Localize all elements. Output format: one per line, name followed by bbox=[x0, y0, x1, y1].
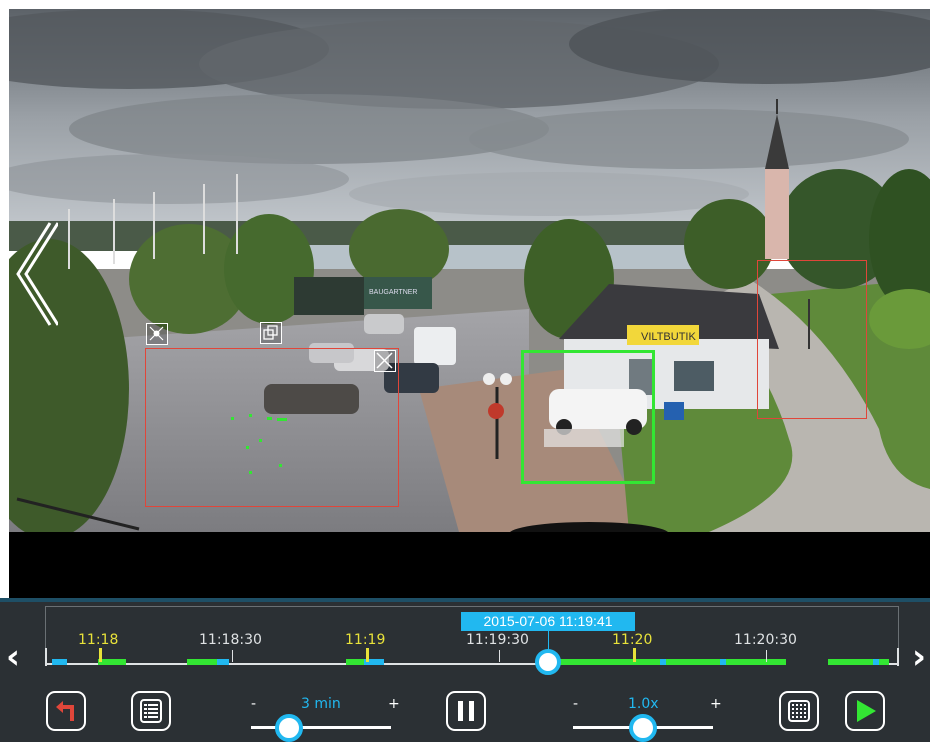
video-view[interactable]: VILTBUTIK BAUGARTNER bbox=[9, 9, 930, 532]
motion-zone-car[interactable] bbox=[521, 350, 655, 484]
pause-icon bbox=[458, 701, 474, 721]
timeline-prev-arrow[interactable]: ‹ bbox=[6, 640, 20, 674]
speed-slider[interactable]: - 1.0x + bbox=[565, 696, 725, 742]
grid-icon bbox=[788, 700, 810, 722]
truck-text: BAUGARTNER bbox=[369, 289, 418, 296]
back-arrow-icon bbox=[56, 701, 74, 721]
timeline-right-end bbox=[897, 648, 899, 666]
list-icon bbox=[140, 699, 162, 723]
timeline-left-end bbox=[45, 648, 47, 666]
grid-button[interactable] bbox=[779, 691, 819, 731]
pause-button[interactable] bbox=[446, 691, 486, 731]
range-slider-handle[interactable] bbox=[275, 714, 303, 742]
event-list-button[interactable] bbox=[131, 691, 171, 731]
close-icon[interactable] bbox=[374, 350, 396, 372]
tick-label: 11:19 bbox=[345, 632, 386, 648]
motion-zone-left[interactable] bbox=[145, 348, 399, 507]
activity-icon[interactable] bbox=[146, 323, 168, 345]
timeline-next-arrow[interactable]: › bbox=[912, 640, 926, 674]
duplicate-icon[interactable] bbox=[260, 322, 282, 344]
speed-slider-handle[interactable] bbox=[629, 714, 657, 742]
speed-value: 1.0x bbox=[628, 696, 659, 712]
speed-minus[interactable]: - bbox=[573, 696, 578, 712]
panel-top-line bbox=[0, 598, 930, 602]
tick-label: 11:20:30 bbox=[734, 632, 797, 648]
range-plus[interactable]: + bbox=[388, 696, 400, 712]
tick-label: 11:18 bbox=[78, 632, 119, 648]
play-icon bbox=[857, 700, 876, 722]
range-slider[interactable]: - 3 min + bbox=[245, 696, 405, 742]
letterbox-bar bbox=[9, 532, 930, 598]
playhead-handle[interactable] bbox=[535, 649, 561, 675]
tick-label: 11:20 bbox=[612, 632, 653, 648]
playback-panel: 2015-07-06 11:19:41 11:18 11:18:30 11:19… bbox=[0, 598, 930, 742]
range-minus[interactable]: - bbox=[251, 696, 256, 712]
play-button[interactable] bbox=[845, 691, 885, 731]
speed-plus[interactable]: + bbox=[710, 696, 722, 712]
tick-label: 11:18:30 bbox=[199, 632, 262, 648]
shop-sign-text: VILTBUTIK bbox=[641, 331, 696, 343]
back-button[interactable] bbox=[46, 691, 86, 731]
tick-label: 11:19:30 bbox=[466, 632, 529, 648]
range-value: 3 min bbox=[301, 696, 341, 712]
motion-zone-right[interactable] bbox=[757, 260, 867, 419]
back-nav-icon[interactable] bbox=[12, 219, 60, 329]
